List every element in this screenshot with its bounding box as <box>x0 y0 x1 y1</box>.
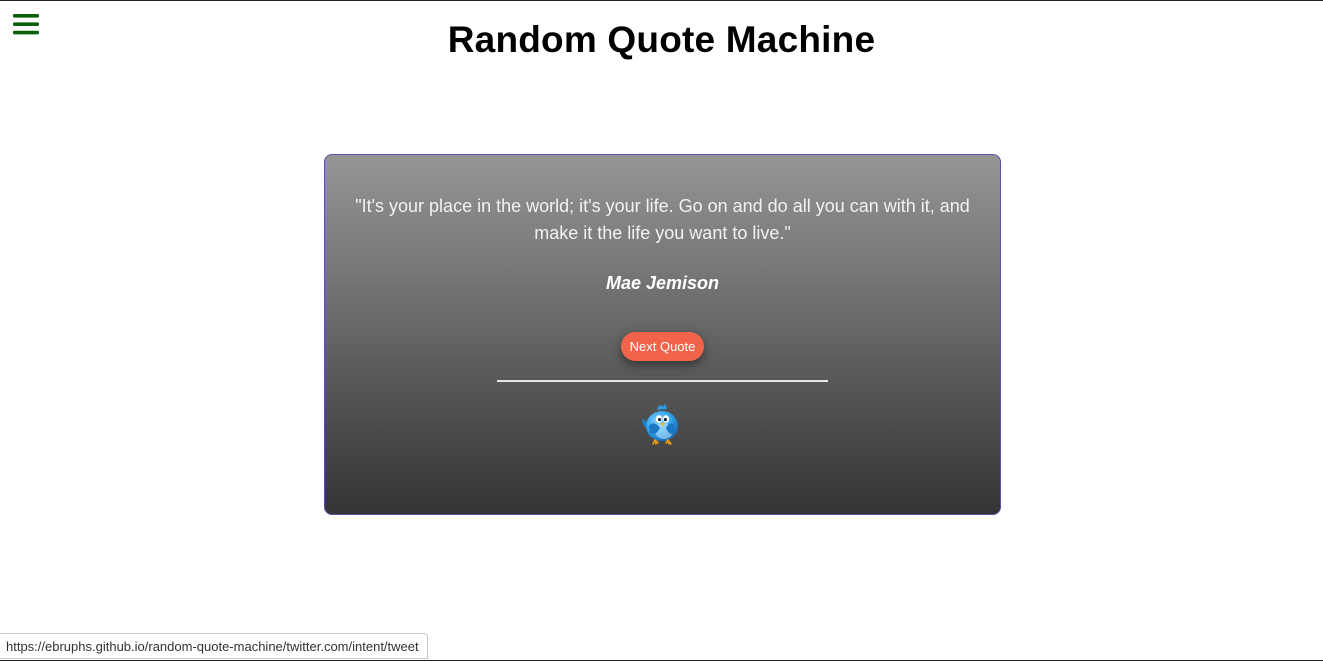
quote-text: "It's your place in the world; it's your… <box>355 196 970 243</box>
tweet-quote-link[interactable] <box>640 398 684 446</box>
divider <box>497 380 828 382</box>
link-status-bar: https://ebruphs.github.io/random-quote-m… <box>0 633 428 659</box>
quote-author: Mae Jemison <box>605 273 720 293</box>
quote-box: "It's your place in the world; it's your… <box>324 154 1001 515</box>
page: Random Quote Machine "It's your place in… <box>0 0 1323 661</box>
page-title: Random Quote Machine <box>447 19 876 60</box>
twitter-bird-icon <box>640 398 684 446</box>
next-quote-button[interactable]: Next Quote <box>621 332 704 361</box>
